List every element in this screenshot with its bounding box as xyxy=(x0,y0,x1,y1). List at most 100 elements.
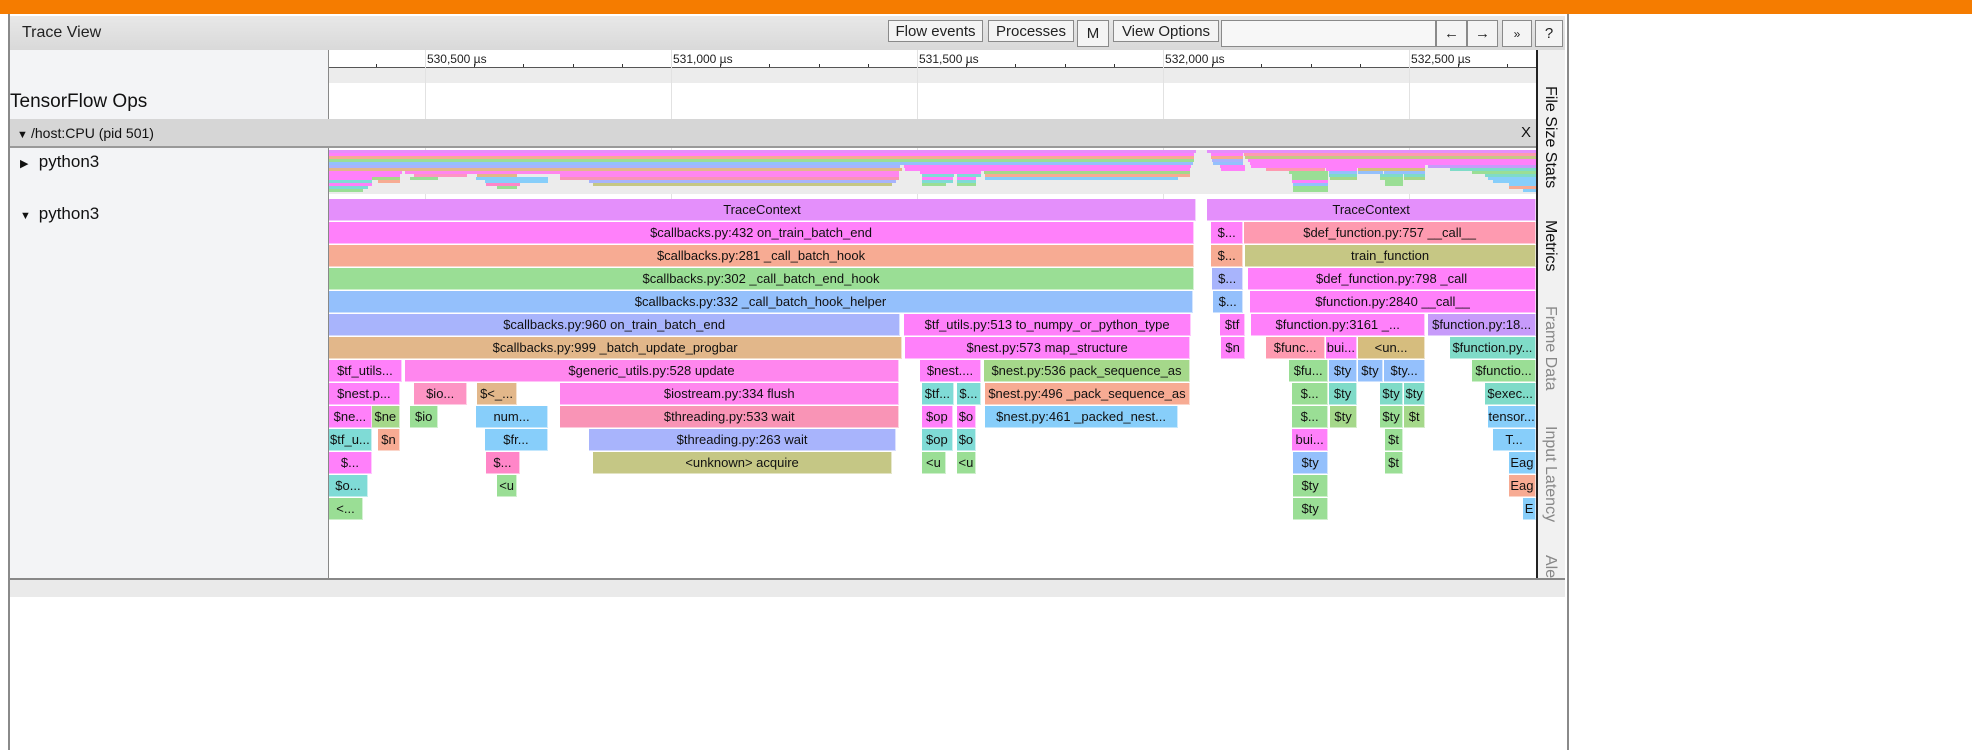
trace-slice[interactable]: <unknown> acquire xyxy=(593,452,892,474)
sidebar-tab-alerts[interactable]: Alerts xyxy=(1541,555,1559,578)
trace-slice[interactable]: $op xyxy=(921,429,953,451)
trace-slice[interactable]: TraceContext xyxy=(1207,199,1536,221)
trace-slice[interactable]: $<_... xyxy=(477,383,517,405)
trace-slice[interactable]: $ty xyxy=(1292,452,1329,474)
trace-slice[interactable]: $nest.py:461 _packed_nest... xyxy=(984,406,1179,428)
trace-slice[interactable]: $tf_u... xyxy=(329,429,372,451)
trace-slice[interactable]: $fr... xyxy=(484,429,548,451)
sidebar-tab-frame-data[interactable]: Frame Data xyxy=(1541,306,1559,390)
trace-slice[interactable]: $io... xyxy=(414,383,468,405)
trace-slice[interactable]: $callbacks.py:960 on_train_batch_end xyxy=(329,314,901,336)
trace-slice[interactable]: $nest.py:573 map_structure xyxy=(905,337,1191,359)
trace-slice[interactable]: Eag xyxy=(1508,452,1536,474)
trace-slice[interactable]: $... xyxy=(1213,291,1244,313)
trace-slice[interactable]: <un... xyxy=(1357,337,1426,359)
processes-button[interactable]: Processes xyxy=(988,20,1074,42)
trace-slice[interactable]: bui... xyxy=(1325,337,1357,359)
trace-slice[interactable]: $... xyxy=(1211,245,1244,267)
flame-chart[interactable]: TraceContext TraceContext $callbacks.py:43… xyxy=(329,199,1536,578)
trace-slice[interactable]: $tf_utils.py:513 to_numpy_or_python_type xyxy=(904,314,1192,336)
trace-slice[interactable]: $nest.p... xyxy=(329,383,400,405)
trace-slice[interactable]: $n xyxy=(1221,337,1246,359)
trace-slice[interactable]: $ty xyxy=(1380,383,1404,405)
trace-slice[interactable]: $io xyxy=(410,406,439,428)
trace-slice[interactable]: $ne... xyxy=(329,406,372,428)
bottom-panel-bar[interactable] xyxy=(10,578,1565,597)
sidebar-tab-input-latency[interactable]: Input Latency xyxy=(1541,426,1559,522)
trace-slice[interactable]: $nest.py:536 pack_sequence_as xyxy=(983,360,1191,382)
process-label[interactable]: ▼/host:CPU (pid 501) xyxy=(17,125,154,141)
trace-slice[interactable]: $callbacks.py:281 _call_batch_hook xyxy=(329,245,1195,267)
trace-slice[interactable]: $callbacks.py:432 on_train_batch_end xyxy=(329,222,1195,244)
prev-result-button[interactable]: ← xyxy=(1436,20,1467,47)
trace-slice[interactable]: $tf_utils... xyxy=(329,360,402,382)
trace-slice[interactable]: $o... xyxy=(329,475,368,497)
trace-slice[interactable]: $t xyxy=(1384,429,1404,451)
trace-slice[interactable]: $def_function.py:757 __call__ xyxy=(1244,222,1536,244)
trace-slice[interactable]: <... xyxy=(329,498,363,520)
trace-slice[interactable]: $ty xyxy=(1329,383,1357,405)
trace-slice[interactable]: num... xyxy=(476,406,548,428)
thread-label-expanded[interactable]: ▼ python3 xyxy=(20,204,99,224)
trace-slice[interactable]: $func... xyxy=(1266,337,1325,359)
trace-slice[interactable]: $tf xyxy=(1220,314,1246,336)
process-header[interactable] xyxy=(10,119,1536,148)
more-button[interactable]: » xyxy=(1502,20,1532,47)
trace-slice[interactable]: bui... xyxy=(1291,429,1329,451)
trace-slice[interactable]: $threading.py:263 wait xyxy=(589,429,896,451)
trace-slice[interactable]: $ty xyxy=(1292,475,1329,497)
trace-slice[interactable]: $... xyxy=(1291,406,1329,428)
trace-slice[interactable]: $ty xyxy=(1329,360,1357,382)
trace-slice[interactable]: $function.py:2840 __call__ xyxy=(1250,291,1536,313)
view-options-button[interactable]: View Options xyxy=(1113,20,1219,42)
collapsed-thread-overview[interactable] xyxy=(329,150,1536,194)
trace-slice[interactable]: $function.py:3161 _... xyxy=(1251,314,1426,336)
trace-slice[interactable]: $callbacks.py:999 _batch_update_progbar xyxy=(329,337,903,359)
trace-slice[interactable]: T... xyxy=(1493,429,1536,451)
trace-slice[interactable]: $function.py:18... xyxy=(1428,314,1536,336)
flow-events-button[interactable]: Flow events xyxy=(888,20,983,42)
trace-slice[interactable]: $... xyxy=(1291,383,1329,405)
trace-slice[interactable]: $nest.py:496 _pack_sequence_as xyxy=(984,383,1191,405)
trace-slice[interactable]: $exec... xyxy=(1485,383,1536,405)
trace-slice[interactable]: $ty xyxy=(1357,360,1383,382)
trace-slice[interactable]: TraceContext xyxy=(329,199,1196,221)
search-input[interactable] xyxy=(1221,20,1436,47)
thread-label-collapsed[interactable]: ▶ python3 xyxy=(20,152,99,172)
trace-slice[interactable]: $o xyxy=(956,406,977,428)
trace-slice[interactable]: $def_function.py:798 _call xyxy=(1248,268,1536,290)
trace-slice[interactable]: $ty xyxy=(1404,383,1426,405)
trace-slice[interactable]: $fu... xyxy=(1288,360,1329,382)
trace-slice[interactable]: $callbacks.py:332 _call_batch_hook_helpe… xyxy=(329,291,1194,313)
trace-slice[interactable]: $generic_utils.py:528 update xyxy=(404,360,900,382)
trace-slice[interactable]: <u xyxy=(956,452,977,474)
trace-slice[interactable]: tensor... xyxy=(1488,406,1536,428)
trace-slice[interactable]: train_function xyxy=(1245,245,1536,267)
trace-slice[interactable]: $... xyxy=(956,383,981,405)
time-ruler[interactable]: 530,500 µs 531,000 µs 531,500 µs 532,000 µs… xyxy=(329,50,1536,68)
trace-slice[interactable]: <u xyxy=(921,452,947,474)
close-process-button[interactable]: X xyxy=(1521,124,1531,141)
trace-slice[interactable]: $iostream.py:334 flush xyxy=(560,383,900,405)
trace-slice[interactable]: $functio... xyxy=(1472,360,1536,382)
trace-slice[interactable]: $function.py... xyxy=(1449,337,1536,359)
metadata-button[interactable]: M xyxy=(1077,20,1109,47)
sidebar-tab-file-size-stats[interactable]: File Size Stats xyxy=(1541,86,1559,188)
trace-slice[interactable]: $ty... xyxy=(1383,360,1426,382)
next-result-button[interactable]: → xyxy=(1467,20,1498,47)
trace-slice[interactable]: $callbacks.py:302 _call_batch_end_hook xyxy=(329,268,1195,290)
sidebar-tab-metrics[interactable]: Metrics xyxy=(1541,220,1559,272)
help-button[interactable]: ? xyxy=(1535,20,1563,47)
trace-slice[interactable]: $t xyxy=(1384,452,1404,474)
trace-slice[interactable]: <u xyxy=(497,475,517,497)
trace-slice[interactable]: $... xyxy=(485,452,520,474)
trace-slice[interactable]: $tf... xyxy=(921,383,954,405)
trace-slice[interactable]: $ty xyxy=(1380,406,1404,428)
trace-slice[interactable]: $t xyxy=(1404,406,1426,428)
trace-slice[interactable]: $... xyxy=(1212,268,1244,290)
trace-slice[interactable]: $o xyxy=(956,429,977,451)
trace-slice[interactable]: $n xyxy=(378,429,400,451)
trace-slice[interactable]: $threading.py:533 wait xyxy=(560,406,900,428)
trace-slice[interactable]: $ne xyxy=(371,406,400,428)
trace-slice[interactable]: $... xyxy=(1211,222,1244,244)
